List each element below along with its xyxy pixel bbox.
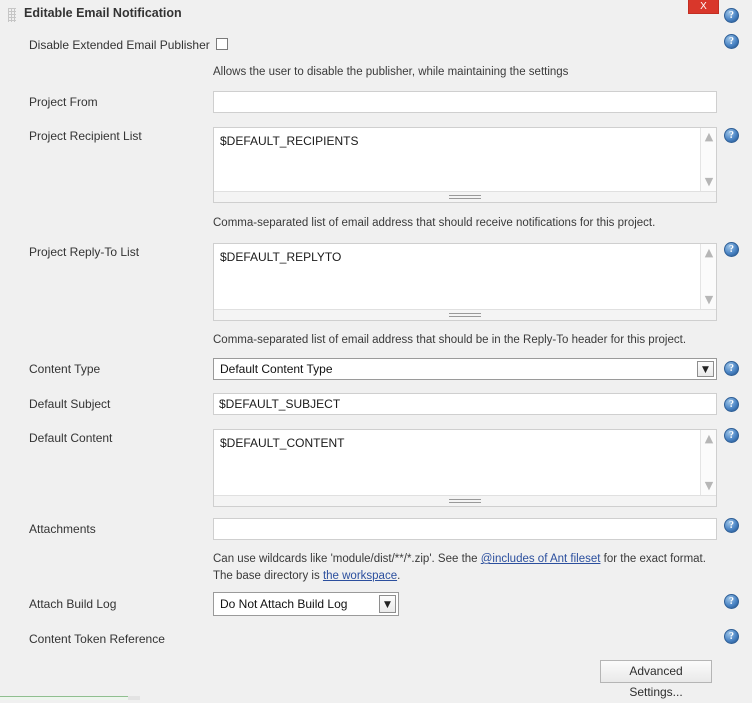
- label-project-reply-to-list: Project Reply-To List: [29, 245, 140, 259]
- resize-grip-project-reply-to-list[interactable]: [214, 309, 716, 320]
- help-icon-default-content[interactable]: ?: [724, 428, 739, 443]
- hint-attachments-line2: The base directory is the workspace.: [213, 570, 400, 582]
- bottom-status-bar: [0, 696, 138, 700]
- input-project-from[interactable]: [213, 91, 717, 113]
- input-attachments[interactable]: [213, 518, 717, 540]
- help-icon-attachments[interactable]: ?: [724, 518, 739, 533]
- label-disable-publisher: Disable Extended Email Publisher: [29, 38, 210, 52]
- bottom-bar-nub: [128, 696, 140, 700]
- scrollbar-project-recipient-list[interactable]: ▲ ▼: [700, 128, 716, 191]
- select-attach-build-log-value: Do Not Attach Build Log: [220, 597, 348, 611]
- hint-attachments-line1: Can use wildcards like 'module/dist/**/*…: [213, 553, 706, 565]
- label-attachments: Attachments: [29, 522, 96, 536]
- textarea-default-content-input[interactable]: [214, 430, 699, 495]
- help-icon-content-token-ref[interactable]: ?: [724, 629, 739, 644]
- scroll-down-icon[interactable]: ▼: [704, 176, 714, 187]
- checkbox-disable-publisher[interactable]: [216, 38, 228, 50]
- textarea-project-reply-to-list-input[interactable]: [214, 244, 699, 309]
- help-icon-default-subject[interactable]: ?: [724, 397, 739, 412]
- textarea-default-content[interactable]: ▲ ▼: [213, 429, 717, 507]
- link-the-workspace[interactable]: the workspace: [323, 570, 397, 582]
- scroll-up-icon[interactable]: ▲: [704, 433, 714, 444]
- resize-grip-project-recipient-list[interactable]: [214, 191, 716, 202]
- page-title: Editable Email Notification: [24, 6, 182, 20]
- help-icon-content-type[interactable]: ?: [724, 361, 739, 376]
- hint-disable-publisher: Allows the user to disable the publisher…: [213, 66, 569, 78]
- help-icon-recipient-list[interactable]: ?: [724, 128, 739, 143]
- label-content-token-reference: Content Token Reference: [29, 632, 165, 646]
- drag-handle-icon[interactable]: [8, 8, 16, 22]
- hint-attachments-text4: .: [397, 570, 401, 582]
- scrollbar-project-reply-to-list[interactable]: ▲ ▼: [700, 244, 716, 309]
- help-icon-attach-build-log[interactable]: ?: [724, 594, 739, 609]
- scroll-down-icon[interactable]: ▼: [704, 480, 714, 491]
- select-content-type-value: Default Content Type: [220, 362, 333, 376]
- help-icon-disable-publisher[interactable]: ?: [724, 34, 739, 49]
- textarea-project-reply-to-list[interactable]: ▲ ▼: [213, 243, 717, 321]
- textarea-project-recipient-list-input[interactable]: [214, 128, 699, 191]
- label-default-subject: Default Subject: [29, 397, 111, 411]
- scroll-up-icon[interactable]: ▲: [704, 247, 714, 258]
- scrollbar-default-content[interactable]: ▲ ▼: [700, 430, 716, 495]
- hint-attachments-text3: The base directory is: [213, 570, 323, 582]
- label-default-content: Default Content: [29, 431, 113, 445]
- label-project-from: Project From: [29, 95, 98, 109]
- chevron-down-icon[interactable]: ▼: [379, 595, 396, 613]
- label-project-recipient-list: Project Recipient List: [29, 129, 142, 143]
- link-ant-fileset[interactable]: @includes of Ant fileset: [481, 553, 601, 565]
- scroll-down-icon[interactable]: ▼: [704, 294, 714, 305]
- hint-project-recipient-list: Comma-separated list of email address th…: [213, 217, 656, 229]
- chevron-down-icon[interactable]: ▼: [697, 361, 714, 377]
- help-icon-panel[interactable]: ?: [724, 8, 739, 23]
- resize-grip-default-content[interactable]: [214, 495, 716, 506]
- scroll-up-icon[interactable]: ▲: [704, 131, 714, 142]
- hint-project-reply-to-list: Comma-separated list of email address th…: [213, 334, 687, 346]
- advanced-settings-button[interactable]: Advanced Settings...: [600, 660, 712, 699]
- textarea-project-recipient-list[interactable]: ▲ ▼: [213, 127, 717, 203]
- select-content-type[interactable]: Default Content Type ▼: [213, 358, 717, 380]
- help-icon-reply-to-list[interactable]: ?: [724, 242, 739, 257]
- label-content-type: Content Type: [29, 362, 101, 376]
- hint-attachments-text1: Can use wildcards like 'module/dist/**/*…: [213, 553, 481, 565]
- label-attach-build-log: Attach Build Log: [29, 597, 117, 611]
- select-attach-build-log[interactable]: Do Not Attach Build Log ▼: [213, 592, 399, 616]
- hint-attachments-text2: for the exact format.: [600, 553, 706, 565]
- input-default-subject[interactable]: [213, 393, 717, 415]
- panel-header: Editable Email Notification: [0, 6, 752, 26]
